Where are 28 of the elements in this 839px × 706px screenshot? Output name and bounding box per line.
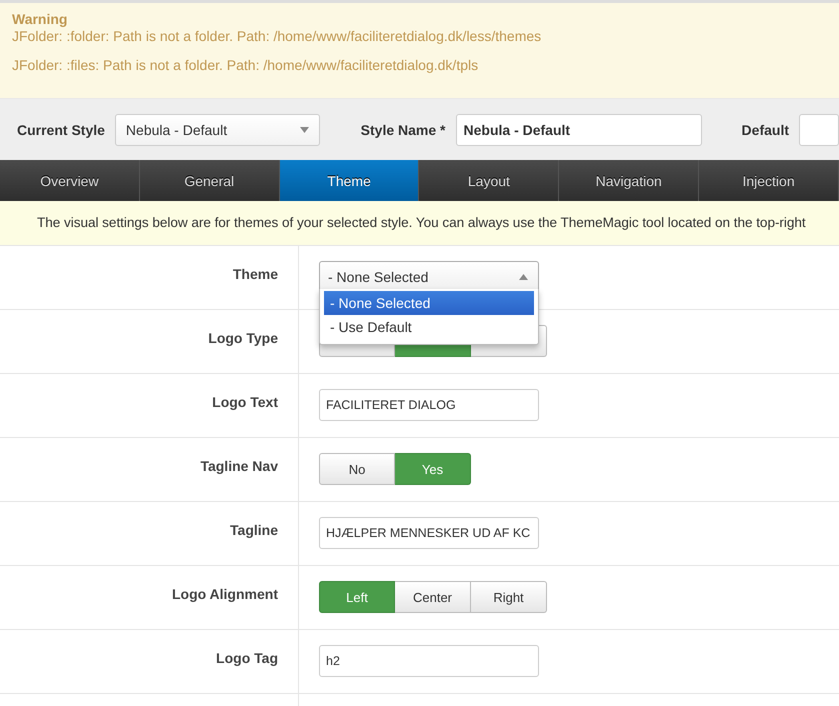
warning-message: JFolder: :files: Path is not a folder. Path: /home/www/faciliteretdialog.dk/tpls bbox=[12, 57, 478, 73]
toggle-button[interactable]: Right bbox=[471, 581, 547, 613]
field-label: Logo Tag bbox=[216, 650, 278, 666]
field-label: Tagline bbox=[230, 522, 278, 538]
field-label: Style Name * bbox=[360, 122, 446, 138]
field-label: Logo Text bbox=[212, 394, 278, 410]
default-field[interactable] bbox=[799, 114, 839, 146]
field-label: Theme bbox=[232, 266, 278, 282]
info-text: The visual settings below are for themes of your selected style. You can always use the ThemeMagic tool located on the top-right bbox=[37, 214, 806, 232]
dropdown-option[interactable]: - None Selected bbox=[324, 291, 534, 315]
field-label: Default bbox=[742, 122, 789, 138]
text-field[interactable]: FACILITERET DIALOG bbox=[319, 389, 539, 421]
text-field[interactable]: h2 bbox=[319, 645, 539, 677]
toggle-button[interactable]: Center bbox=[395, 581, 471, 613]
caret-icon bbox=[300, 126, 309, 132]
warning-message: JFolder: :folder: Path is not a folder. Path: /home/www/faciliteretdialog.dk/less/themes bbox=[12, 28, 542, 44]
field-label: Tagline Nav bbox=[200, 458, 278, 474]
style-select[interactable]: Nebula - Default bbox=[114, 114, 320, 146]
field-label: Current Style bbox=[17, 122, 105, 138]
dropdown-option[interactable]: - Use Default bbox=[324, 315, 534, 339]
style-name-field[interactable]: Nebula - Default bbox=[456, 114, 702, 146]
toggle-button[interactable]: No bbox=[319, 453, 395, 485]
field-label: Logo Alignment bbox=[172, 586, 278, 602]
tab[interactable]: Theme bbox=[280, 160, 420, 201]
caret-icon bbox=[519, 274, 528, 280]
text-field[interactable]: HJÆLPER MENNESKER UD AF KC bbox=[319, 517, 539, 549]
warning-title: Warning bbox=[12, 11, 68, 27]
field-label: Logo Type bbox=[208, 330, 278, 346]
